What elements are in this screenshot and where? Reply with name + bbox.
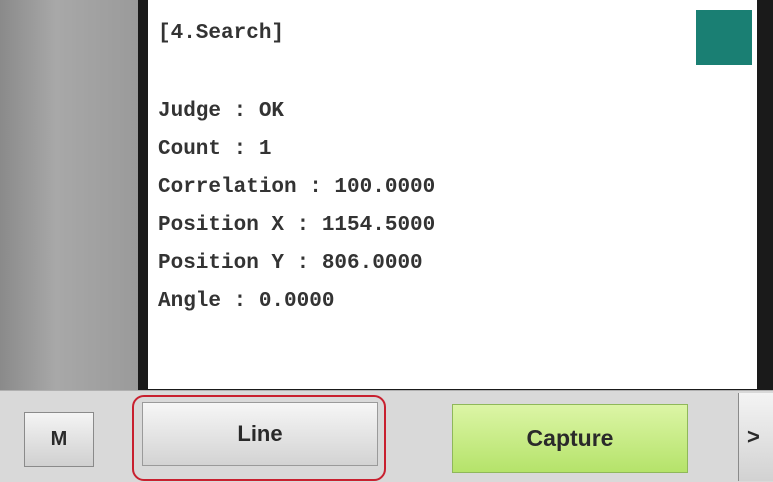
result-position-y: Position Y : 806.0000 (158, 252, 423, 275)
m-button[interactable]: M (24, 412, 94, 467)
result-judge: Judge : OK (158, 100, 285, 123)
result-correlation: Correlation : 100.0000 (158, 176, 436, 199)
result-title: [4.Search] (158, 22, 285, 45)
bottom-toolbar: M Line Capture > (0, 390, 773, 482)
line-button[interactable]: Line (142, 402, 378, 466)
next-page-button[interactable]: > (738, 393, 773, 481)
left-side-panel (0, 0, 140, 392)
capture-button[interactable]: Capture (452, 404, 688, 473)
result-position-x: Position X : 1154.5000 (158, 214, 436, 237)
result-display-panel: [4.Search] Judge : OK Count : 1 Correlat… (148, 0, 757, 389)
result-count: Count : 1 (158, 138, 272, 161)
result-angle: Angle : 0.0000 (158, 290, 335, 313)
judge-status-indicator (696, 10, 752, 65)
